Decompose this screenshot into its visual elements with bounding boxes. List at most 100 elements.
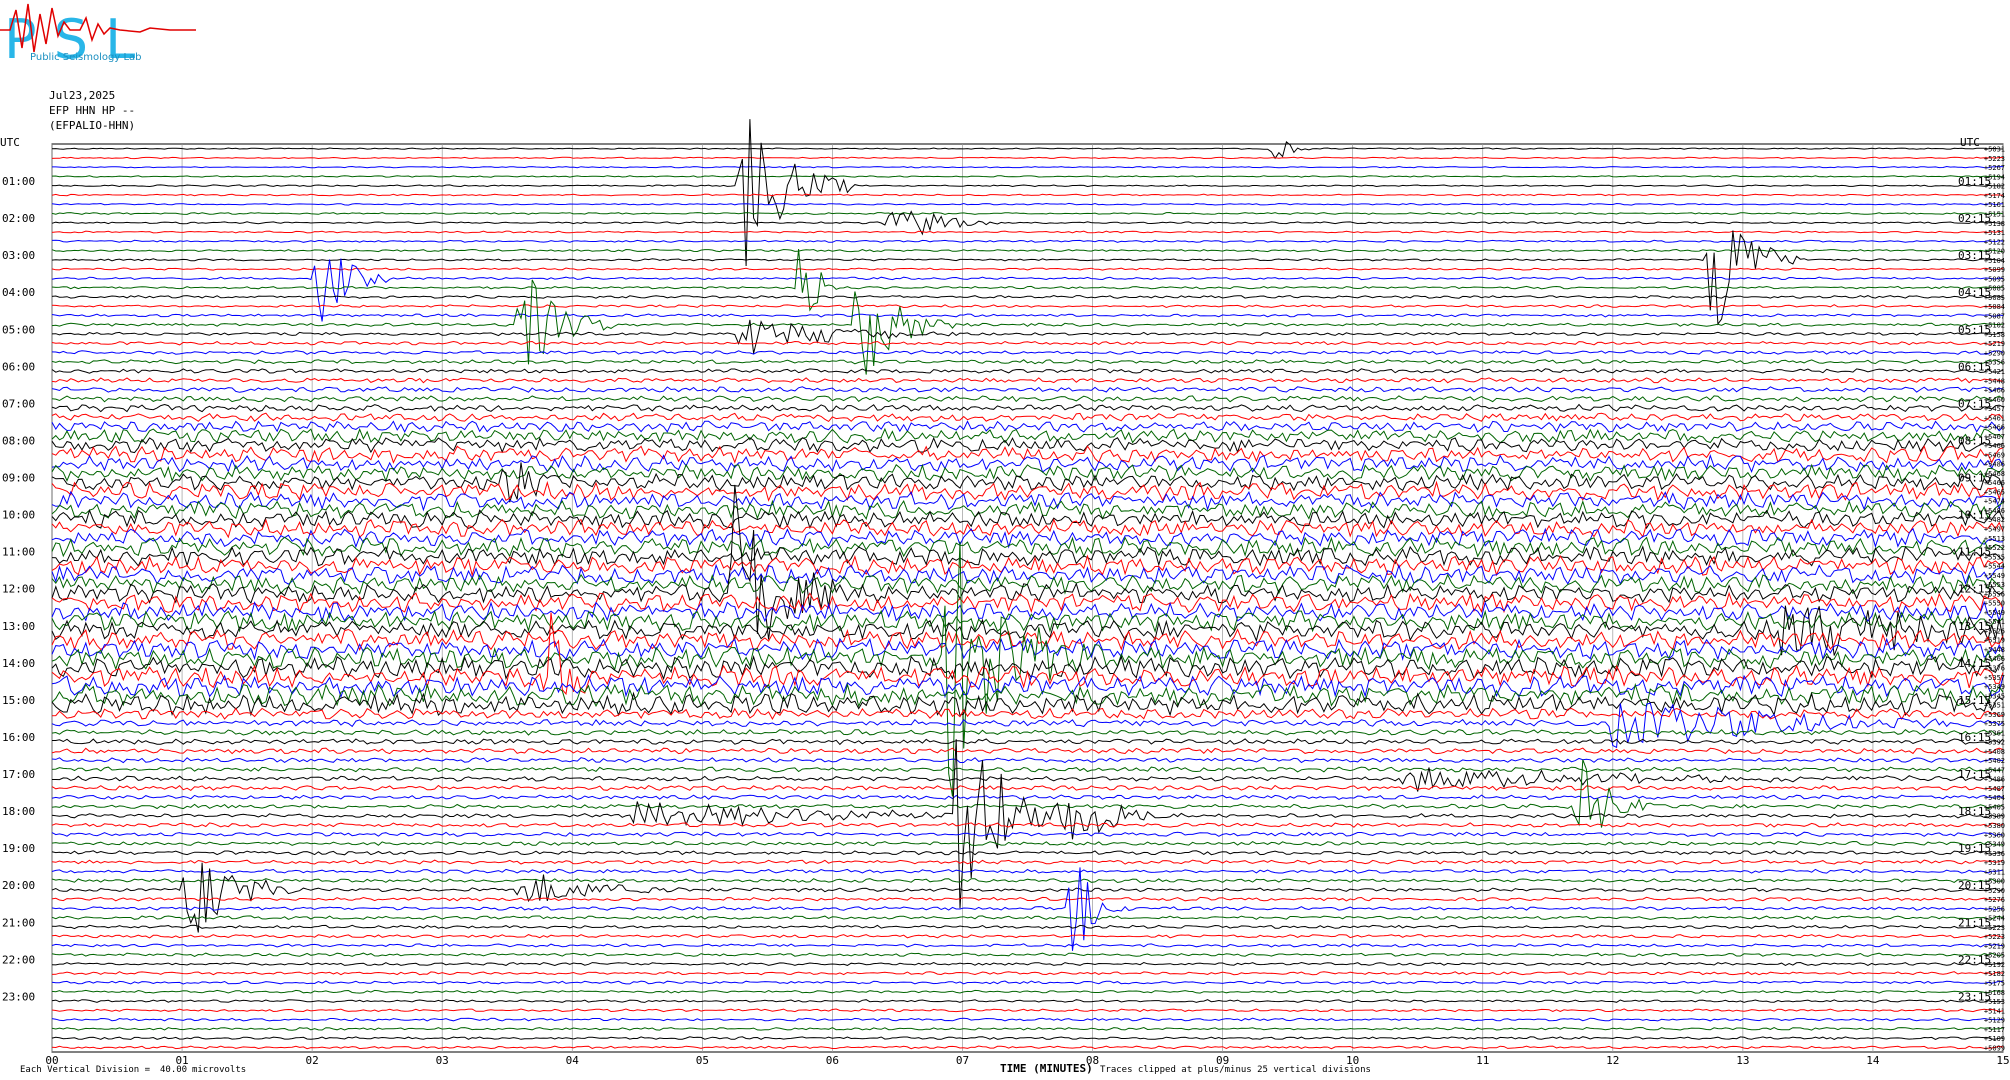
trace-offset-label: +5486	[1984, 461, 2005, 469]
trace-offset-label: +5175	[1984, 980, 2005, 988]
header-station: (EFPALIO-HHN)	[49, 119, 135, 132]
trace-offset-label: +5457	[1984, 405, 2005, 413]
hour-label-left: 15:00	[2, 694, 35, 707]
x-tick-label: 14	[1866, 1054, 1880, 1067]
hour-label-left: 16:00	[2, 731, 35, 744]
hour-label-left: 20:00	[2, 879, 35, 892]
trace-offset-label: +5351	[1984, 702, 2005, 710]
hour-label-left: 21:00	[2, 916, 35, 929]
trace-offset-label: +5392	[1984, 739, 2005, 747]
trace-line	[51, 249, 2004, 312]
hour-label-left: 18:00	[2, 805, 35, 818]
trace-offset-label: +5402	[1984, 757, 2005, 765]
trace-offset-label: +5095	[1984, 275, 2005, 283]
trace-line	[51, 867, 2004, 951]
trace-line	[51, 527, 2004, 549]
x-tick-label: 07	[956, 1054, 969, 1067]
trace-offset-label: +5421	[1984, 368, 2005, 376]
trace-line	[51, 840, 2004, 847]
trace-offset-label: +5120	[1984, 248, 2005, 256]
trace-offset-label: +5131	[1984, 229, 2005, 237]
utc-label-right: UTC	[1960, 136, 1980, 149]
trace-offset-label: +5556	[1984, 590, 2005, 598]
x-tick-label: 03	[436, 1054, 449, 1067]
trace-line	[52, 165, 2003, 169]
trace-line	[51, 924, 2004, 930]
trace-offset-label: +5448	[1984, 377, 2005, 385]
trace-line	[51, 412, 2004, 423]
trace-offset-label: +5360	[1984, 831, 2005, 839]
trace-line	[51, 545, 2004, 568]
trace-offset-label: +5345	[1984, 692, 2005, 700]
trace-line	[51, 766, 2004, 773]
trace-offset-label: +5467	[1984, 433, 2005, 441]
microvolts-unit: microvolts	[192, 1065, 246, 1075]
header-channel: EFP HHN HP --	[49, 104, 135, 117]
trace-offset-label: +5486	[1984, 776, 2005, 784]
trace-line	[51, 896, 2004, 902]
trace-offset-label: +5129	[1984, 1017, 2005, 1025]
trace-line	[51, 453, 2004, 474]
trace-offset-label: +5408	[1984, 748, 2005, 756]
trace-offset-label: +5267	[1984, 164, 2005, 172]
hour-label-left: 06:00	[2, 360, 35, 373]
x-tick-label: 02	[306, 1054, 319, 1067]
helicorder-plot: P S L Public Seismology Lab Jul23,2025 E…	[0, 3, 2010, 1075]
trace-line	[51, 359, 2004, 365]
trace-line	[51, 934, 2004, 939]
microvolts-value: 40.00	[160, 1065, 187, 1075]
trace-offset-label: +5519	[1984, 637, 2005, 645]
trace-offset-label: +5357	[1984, 674, 2005, 682]
vertical-division-label: Each Vertical Division =	[20, 1065, 151, 1075]
trace-offset-label: +5182	[1984, 183, 2005, 191]
trace-offset-label: +5448	[1984, 646, 2005, 654]
trace-line	[51, 831, 2004, 837]
trace-line	[51, 707, 2004, 721]
hour-label-left: 23:00	[2, 990, 35, 1003]
trace-line	[52, 119, 2004, 267]
trace-offset-label: +5466	[1984, 424, 2005, 432]
trace-offset-label: +5461	[1984, 414, 2005, 422]
trace-offset-label: +5138	[1984, 220, 2005, 228]
trace-offset-label: +5376	[1984, 664, 2005, 672]
hour-label-left: 05:00	[2, 323, 35, 336]
trace-offset-label: +5550	[1984, 600, 2005, 608]
trace-line	[51, 340, 2004, 346]
trace-offset-label: +5549	[1984, 572, 2005, 580]
trace-line	[52, 738, 2004, 746]
trace-offset-label: +5109	[1984, 1035, 2005, 1043]
trace-line	[51, 368, 2004, 374]
trace-line	[51, 230, 2004, 234]
trace-line	[51, 395, 2004, 403]
trace-line	[51, 747, 2004, 755]
plot-grid	[51, 143, 2004, 1053]
trace-line	[51, 850, 2004, 856]
trace-offset-label: +5102	[1984, 322, 2005, 330]
trace-offset-label: +5468	[1984, 470, 2005, 478]
hour-label-left: 17:00	[2, 768, 35, 781]
trace-offset-label: +5535	[1984, 553, 2005, 561]
trace-offset-label: +5087	[1984, 312, 2005, 320]
trace-line	[51, 862, 2004, 933]
trace-line	[51, 210, 2004, 236]
trace-offset-label: +5482	[1984, 516, 2005, 524]
trace-offset-label: +5084	[1984, 303, 2005, 311]
trace-offset-label: +5141	[1984, 1007, 2005, 1015]
trace-line	[51, 239, 2004, 243]
trace-offset-label: +5375	[1984, 720, 2005, 728]
trace-offset-label: +5356	[1984, 359, 2005, 367]
logo-small-text: Public Seismology Lab	[30, 52, 142, 63]
trace-offset-label: +5361	[1984, 729, 2005, 737]
trace-offset-label: +5544	[1984, 563, 2005, 571]
trace-line	[51, 822, 2004, 828]
trace-offset-label: +5122	[1984, 238, 2005, 246]
trace-line	[51, 868, 2004, 874]
x-tick-label: 13	[1736, 1054, 1749, 1067]
trace-offset-label: +5153	[1984, 998, 2005, 1006]
plot-frame	[51, 143, 2004, 1053]
hour-label-left: 10:00	[2, 509, 35, 522]
header-date: Jul23,2025	[49, 89, 115, 102]
trace-line	[51, 674, 2004, 699]
trace-offset-label: +5466	[1984, 655, 2005, 663]
hour-label-left: 11:00	[2, 546, 35, 559]
